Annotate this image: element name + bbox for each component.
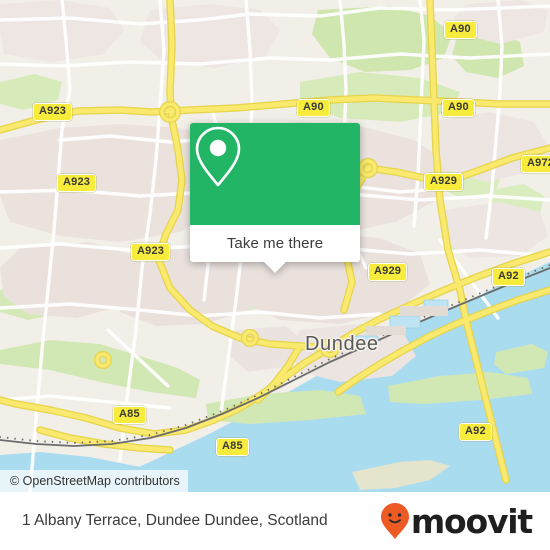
map-screenshot: A923 A923 A923 A90 A90 A90 A929 A929 A97… — [0, 0, 550, 550]
road-shield-a972: A972 — [521, 155, 550, 173]
road-shield-a923-3: A923 — [131, 243, 171, 261]
take-me-there-button[interactable]: Take me there — [190, 225, 360, 273]
popup-pin-area — [190, 123, 360, 225]
road-shield-a85-1: A85 — [113, 406, 146, 424]
popup-tail — [264, 262, 286, 273]
road-shield-a92-2: A92 — [459, 423, 492, 441]
road-shield-a923-1: A923 — [33, 103, 73, 121]
road-shield-a92-1: A92 — [492, 268, 525, 286]
moovit-logo[interactable]: moovit — [380, 501, 533, 541]
road-shield-a929-1: A929 — [424, 173, 464, 191]
location-popup-card[interactable]: Take me there — [190, 123, 360, 273]
address-label: 1 Albany Terrace, Dundee Dundee, Scotlan… — [22, 512, 328, 529]
moovit-pin-icon — [380, 503, 409, 539]
road-shield-a90-3: A90 — [444, 21, 477, 39]
moovit-wordmark: moovit — [410, 501, 533, 541]
footer-bar: 1 Albany Terrace, Dundee Dundee, Scotlan… — [0, 492, 550, 550]
road-shield-a929-2: A929 — [368, 263, 408, 281]
map-canvas[interactable]: A923 A923 A923 A90 A90 A90 A929 A929 A97… — [0, 0, 550, 492]
road-shield-a923-2: A923 — [57, 174, 97, 192]
map-pin-icon — [195, 126, 241, 187]
city-label-dundee: Dundee — [305, 333, 379, 355]
road-shield-a90-1: A90 — [297, 99, 330, 117]
road-shield-a85-2: A85 — [216, 438, 249, 456]
take-me-there-label: Take me there — [226, 235, 324, 252]
road-shield-a90-2: A90 — [442, 99, 475, 117]
openstreetmap-attribution[interactable]: © OpenStreetMap contributors — [0, 470, 188, 492]
